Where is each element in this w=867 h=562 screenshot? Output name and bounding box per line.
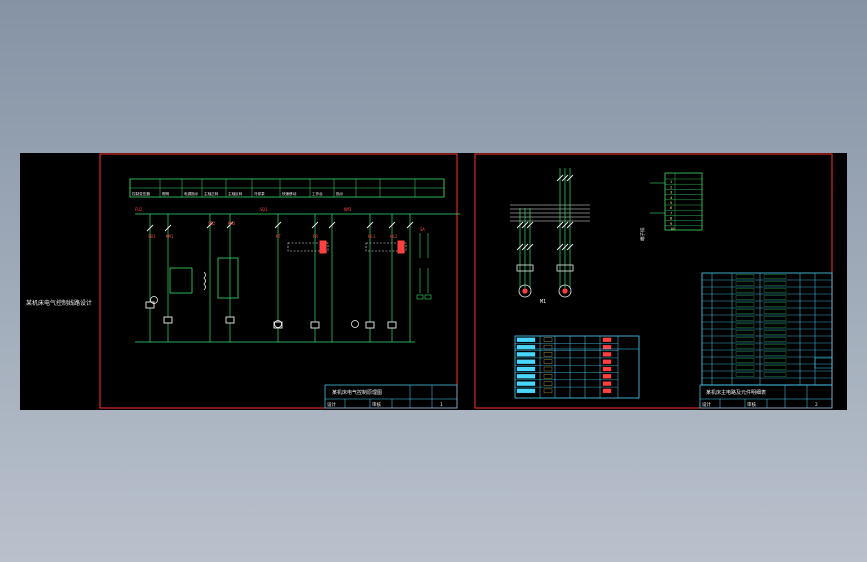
component-circle	[522, 288, 528, 294]
sheet-2-checked-label: 审核	[747, 401, 756, 408]
component-box	[602, 359, 612, 364]
component-box	[602, 374, 612, 379]
component-box	[163, 316, 173, 324]
header-cell-label: 工作台	[312, 191, 323, 196]
component-box	[602, 352, 612, 357]
header-cell-label: 快速移动	[282, 191, 297, 196]
motor-label: M1	[540, 299, 546, 305]
header-cell-label: 照明	[162, 191, 170, 196]
component-circle	[562, 288, 568, 294]
header-cell-label: 冷却泵	[254, 191, 265, 196]
drawing-canvas[interactable]: 某机床电气控制线路设计 控制变压器 照明 电源指示 主轴正转 主轴反转 冷却泵 快速移动 工作…	[20, 153, 847, 410]
component-box	[602, 381, 612, 386]
cad-viewport[interactable]: 某机床电气控制线路设计 控制变压器 照明 电源指示 主轴正转 主轴反转 冷却泵 快速移动 工作…	[0, 0, 867, 562]
component-box	[516, 359, 536, 364]
header-cell-label: 主轴反转	[228, 191, 243, 196]
ladder-component-label: HL2	[390, 234, 398, 239]
ladder-component-label: SQ1	[260, 207, 268, 212]
ladder-component-label: SB2	[208, 221, 216, 226]
component-box	[516, 374, 536, 379]
component-box	[365, 321, 375, 329]
component-box	[516, 366, 536, 372]
ladder-component-label: FR	[313, 234, 318, 239]
component-box	[319, 240, 327, 254]
ladder-component-label: KM1	[166, 234, 174, 239]
component-box	[516, 337, 536, 342]
component-box	[516, 352, 536, 357]
ladder-component-label: KM2	[228, 221, 236, 226]
ladder-component-label: KT	[276, 234, 281, 239]
sheet-1-checked-label: 审核	[372, 401, 381, 408]
header-cell-label: 指示	[336, 191, 344, 196]
component-box	[516, 344, 536, 350]
header-cell-label: 电源指示	[184, 191, 199, 196]
ladder-component-label: HL1	[368, 234, 376, 239]
component-box	[225, 316, 235, 324]
ladder-component-label: FU2	[135, 207, 143, 212]
sheet-1-number: 1	[440, 402, 443, 408]
component-box	[387, 321, 397, 329]
component-box	[516, 388, 536, 394]
header-cell-label: 主轴正转	[204, 191, 219, 196]
side-note-text: 某机床电气控制线路设计	[26, 299, 92, 307]
component-box	[516, 381, 536, 386]
component-box	[602, 388, 612, 394]
component-box	[310, 321, 320, 329]
header-cell-label: 控制变压器	[132, 191, 150, 196]
sheet-2-drawn-label: 设计	[702, 401, 711, 408]
terminal-label: 端子排	[639, 227, 646, 241]
sheet-1-drawn-label: 设计	[327, 401, 336, 408]
component-box	[602, 366, 612, 372]
sheet-1-title: 某机床电气控制原理图	[332, 389, 382, 396]
ladder-component-label: KM3	[344, 207, 352, 212]
sheet-2-title: 某机床主电路及元件明细表	[706, 389, 766, 396]
ladder-component-label: SB1	[148, 234, 156, 239]
component-box	[397, 240, 405, 254]
component-box	[602, 344, 612, 350]
component-box	[602, 337, 612, 342]
sheet-2-number: 2	[815, 402, 818, 408]
terminal-row-number: 10	[670, 226, 675, 231]
ladder-component-label: SA	[420, 227, 425, 232]
